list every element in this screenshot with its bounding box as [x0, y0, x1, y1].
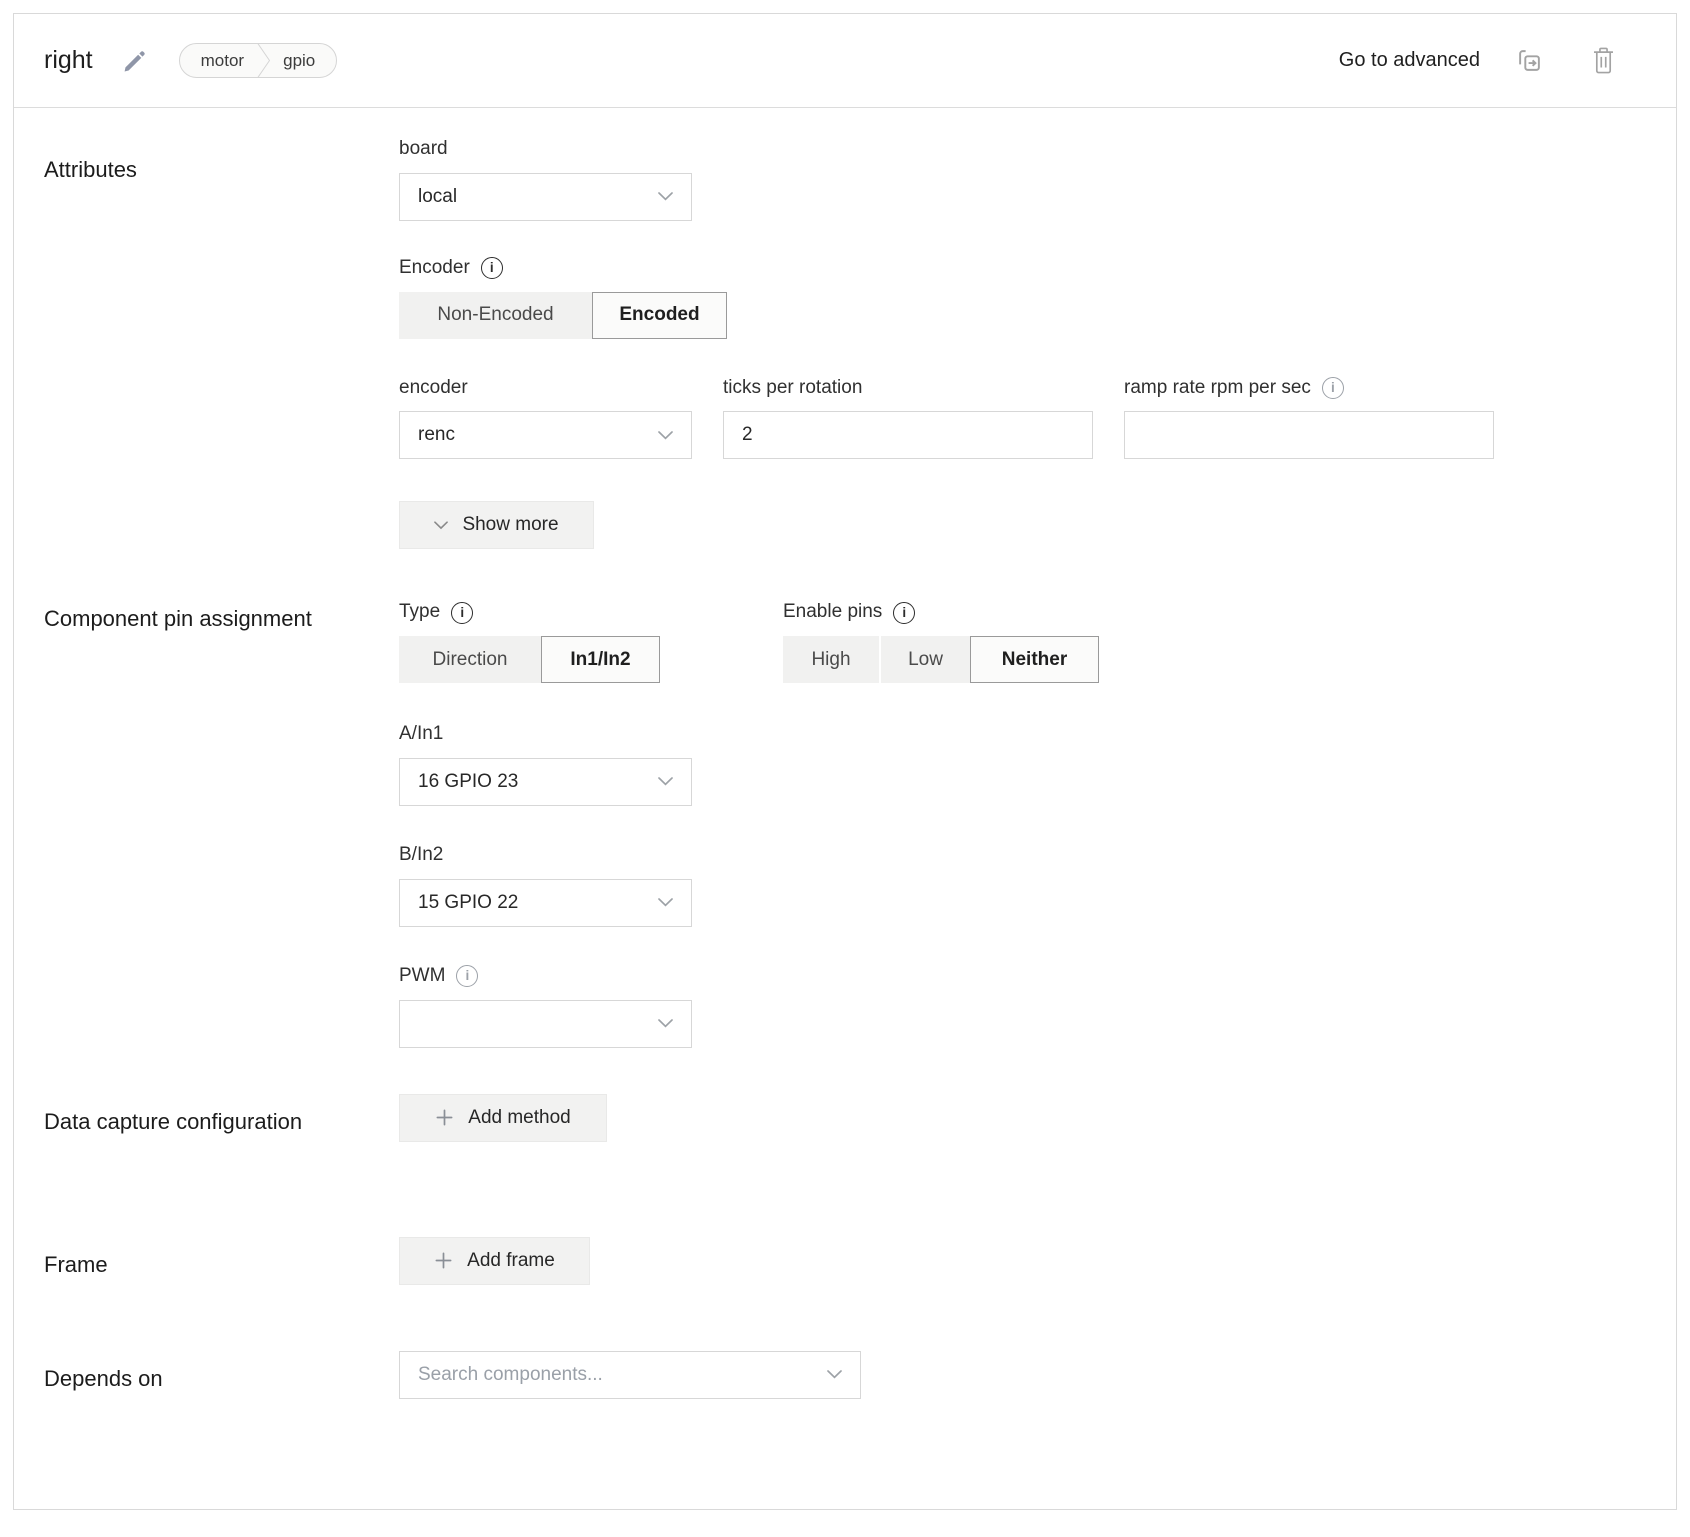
- info-icon: i: [451, 602, 473, 624]
- data-capture-section-label: Data capture configuration: [44, 1094, 399, 1142]
- toggle-neither[interactable]: Neither: [970, 636, 1099, 683]
- encoder-toggle: Non-Encoded Encoded: [399, 292, 1646, 339]
- chevron-down-icon: [658, 431, 673, 440]
- duplicate-button[interactable]: [1514, 45, 1545, 76]
- depends-on-placeholder: Search components...: [418, 1364, 603, 1386]
- info-icon: i: [893, 602, 915, 624]
- toggle-non-encoded[interactable]: Non-Encoded: [399, 292, 592, 339]
- a-in1-label: A/In1: [399, 723, 443, 746]
- board-label: board: [399, 138, 448, 161]
- enable-pins-toggle: High Low Neither: [783, 636, 1099, 683]
- ramp-field: ramp rate rpm per sec i: [1124, 377, 1494, 460]
- go-to-advanced-link[interactable]: Go to advanced: [1339, 49, 1480, 72]
- component-name: right: [44, 46, 93, 75]
- chevron-down-icon: [434, 521, 448, 530]
- plus-icon: [435, 1108, 454, 1127]
- enable-pins-field: Enable pins i High Low Neither: [783, 601, 1099, 683]
- toggle-high[interactable]: High: [783, 636, 879, 683]
- b-in2-field: B/In2 15 GPIO 22: [399, 844, 1646, 927]
- ramp-rate-input[interactable]: [1124, 411, 1494, 459]
- section-frame: Frame Add frame: [44, 1237, 1646, 1285]
- chevron-down-icon: [658, 1019, 673, 1028]
- pencil-icon: [122, 48, 148, 74]
- info-icon: i: [456, 965, 478, 987]
- enable-pins-label: Enable pins: [783, 601, 882, 624]
- encoder-detail-row: encoder renc ticks per rotation: [399, 377, 1646, 460]
- pin-toggles-row: Type i Direction In1/In2 Enable pins i: [399, 601, 1646, 683]
- section-data-capture: Data capture configuration Add method: [44, 1094, 1646, 1142]
- type-field: Type i Direction In1/In2: [399, 601, 660, 683]
- add-frame-label: Add frame: [467, 1250, 555, 1272]
- duplicate-icon: [1514, 45, 1545, 76]
- component-body: Attributes board local Encoder i: [14, 108, 1676, 1439]
- section-pin-assignment: Component pin assignment Type i Directio…: [44, 601, 1646, 1047]
- section-depends-on: Depends on Search components...: [44, 1351, 1646, 1399]
- toggle-direction[interactable]: Direction: [399, 636, 541, 683]
- encoder-select[interactable]: renc: [399, 411, 692, 459]
- add-frame-button[interactable]: Add frame: [399, 1237, 590, 1285]
- b-in2-value: 15 GPIO 22: [418, 892, 518, 914]
- show-more-button[interactable]: Show more: [399, 501, 594, 549]
- encoder-label: encoder: [399, 377, 468, 400]
- depends-on-section-label: Depends on: [44, 1351, 399, 1399]
- pwm-label: PWM: [399, 965, 445, 988]
- add-method-button[interactable]: Add method: [399, 1094, 607, 1142]
- ticks-label: ticks per rotation: [723, 377, 862, 400]
- frame-section-label: Frame: [44, 1237, 399, 1285]
- badge-motor: motor: [201, 51, 244, 71]
- pin-assignment-section-label: Component pin assignment: [44, 601, 399, 1047]
- ramp-label: ramp rate rpm per sec: [1124, 377, 1311, 400]
- type-label: Type: [399, 601, 440, 624]
- header-actions: Go to advanced: [1339, 45, 1616, 76]
- a-in1-value: 16 GPIO 23: [418, 771, 518, 793]
- toggle-in1-in2[interactable]: In1/In2: [541, 636, 660, 683]
- ticks-per-rotation-input[interactable]: [723, 411, 1093, 459]
- chevron-down-icon: [658, 777, 673, 786]
- show-more-label: Show more: [462, 514, 558, 536]
- trash-icon: [1591, 46, 1616, 75]
- depends-on-select[interactable]: Search components...: [399, 1351, 861, 1399]
- encoder-value: renc: [418, 424, 455, 446]
- board-value: local: [418, 186, 457, 208]
- attributes-section-label: Attributes: [44, 138, 399, 549]
- board-field: board local: [399, 138, 1646, 221]
- chevron-down-icon: [658, 898, 673, 907]
- b-in2-label: B/In2: [399, 844, 443, 867]
- add-method-label: Add method: [468, 1107, 570, 1129]
- badge-chevron-divider: [257, 43, 270, 78]
- pwm-select[interactable]: [399, 1000, 692, 1048]
- pwm-field: PWM i: [399, 965, 1646, 1048]
- badge-gpio: gpio: [283, 51, 315, 71]
- encoder-toggle-label: Encoder: [399, 257, 470, 280]
- plus-icon: [434, 1251, 453, 1270]
- toggle-low[interactable]: Low: [881, 636, 970, 683]
- info-icon: i: [481, 257, 503, 279]
- encoder-toggle-field: Encoder i Non-Encoded Encoded: [399, 257, 1646, 339]
- chevron-down-icon: [658, 192, 673, 201]
- edit-name-button[interactable]: [122, 48, 148, 74]
- component-type-badge: motor gpio: [179, 43, 338, 78]
- info-icon: i: [1322, 377, 1344, 399]
- delete-button[interactable]: [1591, 46, 1616, 75]
- a-in1-field: A/In1 16 GPIO 23: [399, 723, 1646, 806]
- b-in2-select[interactable]: 15 GPIO 22: [399, 879, 692, 927]
- type-toggle: Direction In1/In2: [399, 636, 660, 683]
- board-select[interactable]: local: [399, 173, 692, 221]
- component-header: right motor gpio Go to advanced: [14, 14, 1676, 108]
- component-config-card: right motor gpio Go to advanced: [13, 13, 1677, 1510]
- toggle-encoded[interactable]: Encoded: [592, 292, 727, 339]
- ticks-field: ticks per rotation: [723, 377, 1093, 460]
- section-attributes: Attributes board local Encoder i: [44, 138, 1646, 549]
- a-in1-select[interactable]: 16 GPIO 23: [399, 758, 692, 806]
- chevron-down-icon: [827, 1370, 842, 1379]
- encoder-field: encoder renc: [399, 377, 692, 460]
